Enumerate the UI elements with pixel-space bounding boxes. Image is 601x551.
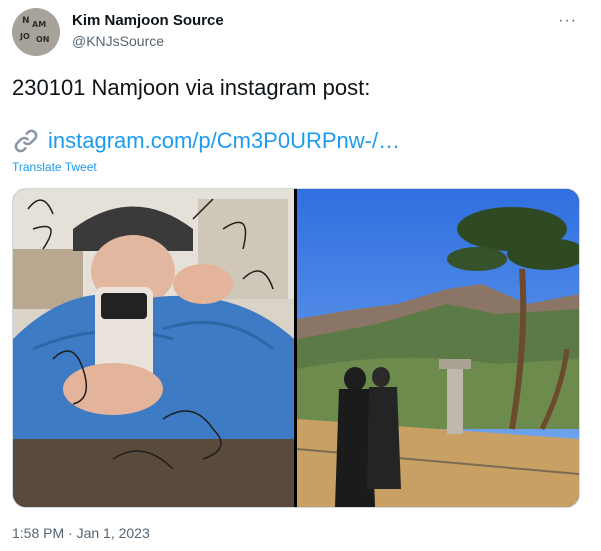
avatar[interactable]: N AM JO ON	[12, 8, 60, 56]
tweet-timestamp[interactable]: 1:58 PM · Jan 1, 2023	[12, 525, 150, 541]
media-grid	[12, 188, 580, 508]
tweet-link[interactable]: instagram.com/p/Cm3P0URPnw-/…	[12, 127, 400, 155]
avatar-letter: JO	[20, 32, 30, 41]
tweet-text: 230101 Namjoon via instagram post:	[12, 75, 371, 100]
ellipsis-icon[interactable]: ···	[558, 12, 577, 30]
avatar-letter: N	[22, 16, 30, 26]
photo-mirror-selfie[interactable]	[13, 189, 294, 507]
author-name[interactable]: Kim Namjoon Source	[72, 12, 224, 29]
avatar-letter: AM	[32, 20, 47, 29]
translate-tweet-link[interactable]: Translate Tweet	[12, 160, 97, 174]
author-handle[interactable]: @KNJsSource	[72, 33, 164, 49]
avatar-letter: ON	[36, 35, 50, 44]
link-text[interactable]: instagram.com/p/Cm3P0URPnw-/…	[48, 128, 400, 154]
link-icon	[14, 129, 38, 153]
photo-mountain-scene[interactable]	[297, 189, 579, 507]
